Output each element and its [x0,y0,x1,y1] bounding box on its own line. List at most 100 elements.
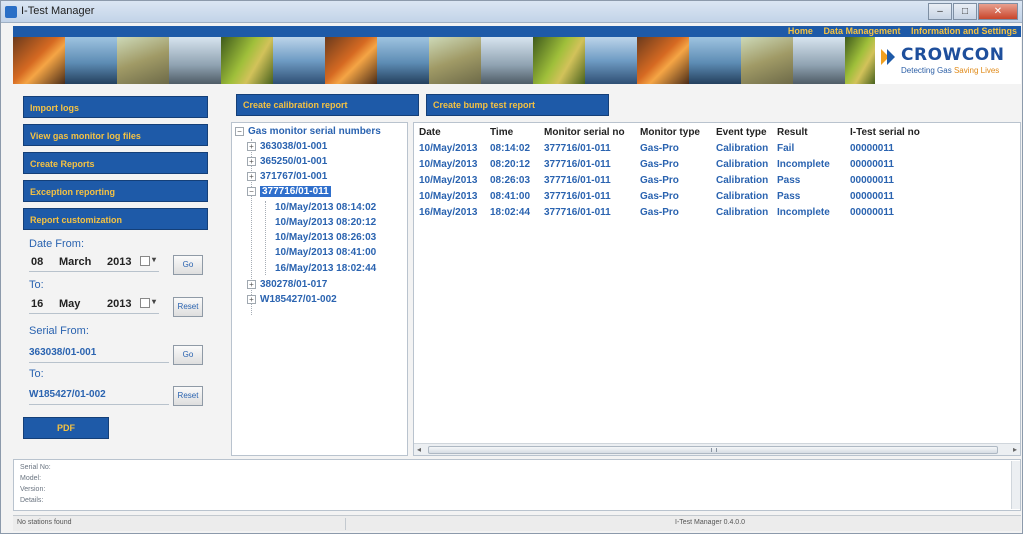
nav-link-home[interactable]: Home [788,26,813,36]
tree-node-serial[interactable]: +363038/01-001 [247,141,327,152]
column-header[interactable]: Monitor serial no [544,127,625,138]
table-cell[interactable]: 18:02:44 [490,207,530,218]
table-cell[interactable]: 08:26:03 [490,175,530,186]
tree-child-timestamp[interactable]: 10/May/2013 08:14:02 [275,202,376,213]
scroll-left-icon[interactable]: ◂ [417,445,421,454]
results-table[interactable]: Date Time Monitor serial no Monitor type… [413,122,1021,456]
table-cell[interactable]: Calibration [716,191,768,202]
expand-icon[interactable]: + [247,294,256,304]
table-cell[interactable]: 377716/01-011 [544,207,611,218]
table-cell[interactable]: Pass [777,175,800,186]
expand-icon[interactable]: + [247,171,256,181]
column-header[interactable]: I-Test serial no [850,127,920,138]
create-reports-button[interactable]: Create Reports [23,152,208,174]
table-cell[interactable]: 08:14:02 [490,143,530,154]
table-cell[interactable]: Fail [777,143,794,154]
header-banner: CROWCON Detecting Gas Saving Lives [13,37,1021,84]
table-cell[interactable]: Pass [777,191,800,202]
scroll-right-icon[interactable]: ▸ [1013,445,1017,454]
table-cell[interactable]: 10/May/2013 [419,175,477,186]
column-header[interactable]: Result [777,127,808,138]
table-cell[interactable]: 377716/01-011 [544,175,611,186]
report-customization-button[interactable]: Report customization [23,208,208,230]
maximize-button[interactable]: □ [953,3,977,20]
date-to-reset-button[interactable]: Reset [173,297,203,317]
tree-node-serial[interactable]: +371767/01-001 [247,171,327,182]
exception-reporting-button[interactable]: Exception reporting [23,180,208,202]
minimize-button[interactable]: – [928,3,952,20]
table-cell[interactable]: 00000011 [850,191,894,202]
column-header[interactable]: Date [419,127,441,138]
date-from-picker[interactable]: 08 March 2013 ▾ [29,252,159,272]
table-cell[interactable]: Calibration [716,159,768,170]
table-cell[interactable]: 10/May/2013 [419,191,477,202]
expand-icon[interactable]: + [247,156,256,166]
date-to-picker[interactable]: 16 May 2013 ▾ [29,294,159,314]
serial-tree-view[interactable]: − Gas monitor serial numbers +363038/01-0… [231,122,408,456]
serial-from-input[interactable]: 363038/01-001 [29,343,169,363]
tree-node-selected[interactable]: −377716/01-011 [247,186,331,197]
horizontal-scrollbar[interactable]: ◂ ▸ [414,443,1020,455]
brand-logo: CROWCON Detecting Gas Saving Lives [875,37,1021,84]
table-cell[interactable]: 377716/01-011 [544,159,611,170]
serial-from-go-button[interactable]: Go [173,345,203,365]
table-cell[interactable]: 08:41:00 [490,191,530,202]
table-cell[interactable]: 00000011 [850,143,894,154]
chevron-down-icon[interactable]: ▾ [152,255,156,264]
import-logs-button[interactable]: Import logs [23,96,208,118]
column-header[interactable]: Monitor type [640,127,700,138]
calendar-icon[interactable] [140,298,150,308]
tree-child-timestamp[interactable]: 10/May/2013 08:41:00 [275,247,376,258]
tree-node-serial[interactable]: + W185427/01-002 [247,294,337,305]
table-cell[interactable]: Gas-Pro [640,207,679,218]
pdf-button[interactable]: PDF [23,417,109,439]
table-cell[interactable]: 377716/01-011 [544,143,611,154]
tree-child-timestamp[interactable]: 10/May/2013 08:26:03 [275,232,376,243]
tree-root[interactable]: − Gas monitor serial numbers [235,126,381,137]
table-cell[interactable]: Calibration [716,175,768,186]
calendar-icon[interactable] [140,256,150,266]
table-cell[interactable]: Gas-Pro [640,143,679,154]
column-header[interactable]: Time [490,127,513,138]
nav-link-information-settings[interactable]: Information and Settings [911,26,1017,36]
expand-icon[interactable]: + [247,279,256,289]
expand-icon[interactable]: + [247,141,256,151]
serial-to-input[interactable]: W185427/01-002 [29,385,169,405]
table-cell[interactable]: Gas-Pro [640,159,679,170]
table-cell[interactable]: 00000011 [850,207,894,218]
create-calibration-report-button[interactable]: Create calibration report [236,94,419,116]
create-bump-test-report-button[interactable]: Create bump test report [426,94,609,116]
date-from-go-button[interactable]: Go [173,255,203,275]
tree-child-timestamp[interactable]: 10/May/2013 08:20:12 [275,217,376,228]
table-cell[interactable]: Calibration [716,143,768,154]
vertical-scrollbar[interactable] [1011,461,1020,509]
table-cell[interactable]: Gas-Pro [640,175,679,186]
table-cell[interactable]: 377716/01-011 [544,191,611,202]
collapse-icon[interactable]: − [235,126,244,136]
table-cell[interactable]: 16/May/2013 [419,207,477,218]
table-cell[interactable]: Incomplete [777,207,830,218]
view-log-files-button[interactable]: View gas monitor log files [23,124,208,146]
table-cell[interactable]: 08:20:12 [490,159,530,170]
collapse-icon[interactable]: − [247,186,256,196]
date-from-year: 2013 [107,256,132,268]
table-cell[interactable]: 10/May/2013 [419,159,477,170]
scrollbar-thumb[interactable] [428,446,998,454]
date-from-month: March [59,256,92,268]
tree-node-serial[interactable]: +380278/01-017 [247,279,327,290]
tree-child-timestamp[interactable]: 16/May/2013 18:02:44 [275,263,376,274]
serial-to-reset-button[interactable]: Reset [173,386,203,406]
serial-from-label: Serial From: [29,325,89,337]
table-cell[interactable]: Calibration [716,207,768,218]
column-header[interactable]: Event type [716,127,767,138]
table-cell[interactable]: 00000011 [850,159,894,170]
title-bar[interactable]: I-Test Manager – □ ✕ [1,1,1022,23]
tree-node-serial[interactable]: +365250/01-001 [247,156,327,167]
chevron-down-icon[interactable]: ▾ [152,297,156,306]
nav-link-data-management[interactable]: Data Management [823,26,900,36]
table-cell[interactable]: Gas-Pro [640,191,679,202]
table-cell[interactable]: 10/May/2013 [419,143,477,154]
close-button[interactable]: ✕ [978,3,1018,20]
table-cell[interactable]: 00000011 [850,175,894,186]
table-cell[interactable]: Incomplete [777,159,830,170]
